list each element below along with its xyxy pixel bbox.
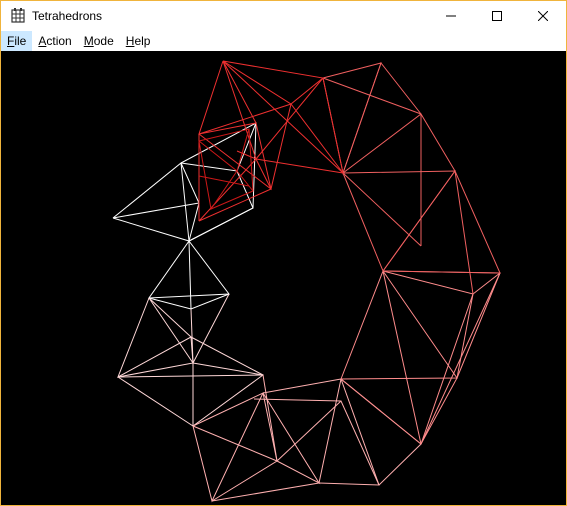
caption-buttons — [428, 1, 566, 31]
menu-mode-mnemonic: M — [83, 34, 94, 48]
menu-file-label: ile — [14, 34, 27, 48]
menu-help[interactable]: Help — [120, 31, 157, 51]
grid-app-icon[interactable] — [10, 8, 26, 24]
app-window: Tetrahedrons File Action Mode Help — [0, 0, 567, 506]
window-title: Tetrahedrons — [32, 9, 103, 23]
close-button[interactable] — [520, 1, 566, 31]
pink-left-tetrahedra — [117, 293, 264, 427]
menu-mode[interactable]: Mode — [78, 31, 120, 51]
menu-file[interactable]: File — [1, 31, 33, 51]
title-bar[interactable]: Tetrahedrons — [1, 1, 566, 31]
pink-bottom-tetrahedra — [192, 374, 422, 503]
menu-mode-label: ode — [93, 34, 114, 48]
red-top-tetrahedra — [198, 60, 344, 222]
maximize-button[interactable] — [474, 1, 520, 31]
minimize-icon — [446, 15, 456, 17]
minimize-button[interactable] — [428, 1, 474, 31]
salmon-right-tetrahedra — [340, 269, 501, 446]
white-tetrahedra — [112, 122, 257, 310]
render-canvas[interactable] — [1, 51, 566, 505]
close-icon — [538, 11, 548, 21]
menu-action-label: ction — [46, 34, 72, 48]
menu-bar: File Action Mode Help — [1, 31, 566, 51]
maximize-icon — [492, 11, 502, 21]
tetrahedron-ring-drawing — [112, 60, 501, 503]
red-right-tetrahedra — [322, 61, 501, 295]
menu-action[interactable]: Action — [32, 31, 77, 51]
menu-help-label: elp — [134, 34, 151, 48]
